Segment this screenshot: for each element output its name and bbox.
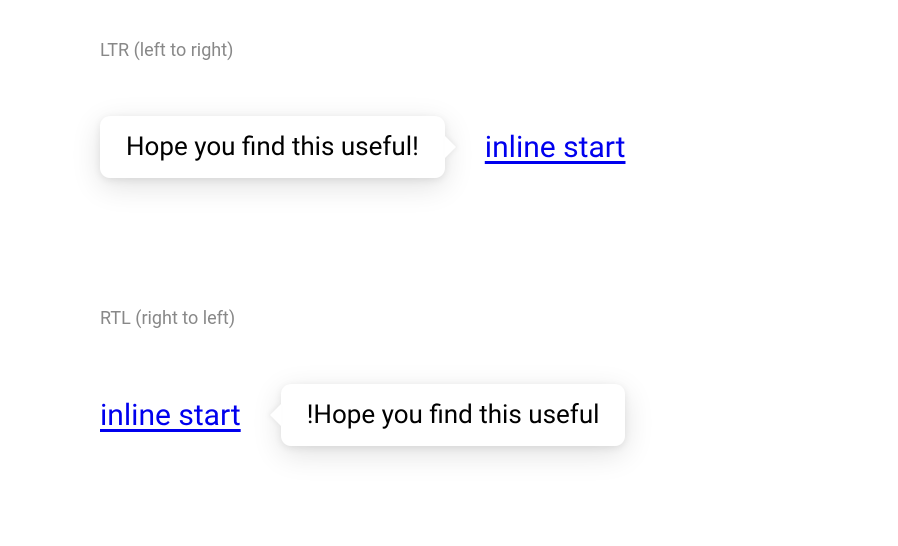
ltr-row: Hope you find this useful! inline start [100,116,798,178]
rtl-tooltip: !Hope you find this useful [281,384,626,446]
rtl-section-label: RTL (right to left) [100,308,798,329]
ltr-inline-start-link[interactable]: inline start [485,130,626,165]
rtl-section: RTL (right to left) inline start !Hope y… [100,308,798,446]
rtl-tooltip-text: !Hope you find this useful [307,400,600,430]
ltr-section-label: LTR (left to right) [100,40,798,61]
rtl-row: inline start !Hope you find this useful [100,384,798,446]
ltr-tooltip: Hope you find this useful! [100,116,445,178]
ltr-tooltip-text: Hope you find this useful! [126,132,419,162]
rtl-inline-start-link[interactable]: inline start [100,398,241,433]
ltr-section: LTR (left to right) Hope you find this u… [100,40,798,178]
